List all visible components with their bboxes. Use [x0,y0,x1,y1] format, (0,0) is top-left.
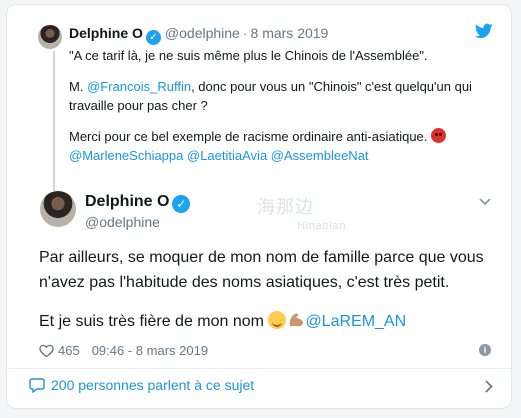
watermark: 海那边 Hinabian [257,193,346,232]
chevron-right-icon[interactable] [485,380,493,393]
flexed-biceps-emoji [290,313,304,327]
main-tweet-header: Delphine O ✓ @odelphine [85,192,191,232]
angry-face-emoji [431,128,447,143]
quoted-tweet-body: "A ce tarif là, je ne suis même plus le … [69,46,489,177]
quoted-text-line-2: M. @Francois_Ruffin, donc pour vous un "… [69,77,489,115]
watermark-subtext: Hinabian [297,219,346,232]
mention-link[interactable]: @LaREM_AN [305,313,406,330]
main-text-pride: Et je suis très fière de mon nom [39,313,269,330]
main-author-avatar[interactable] [40,191,76,227]
smiling-face-emoji [268,311,287,329]
main-author-name[interactable]: Delphine O [85,193,169,210]
conversation-link[interactable]: 200 personnes parlent à ce sujet [29,377,254,393]
main-text-paragraph-2: Et je suis très fière de mon nom @LaREM_… [39,309,489,334]
separator-dot: · [242,25,248,41]
quoted-author-avatar[interactable] [38,25,62,49]
tweet-timestamp[interactable]: 09:46 - 8 mars 2019 [92,343,208,358]
quoted-text-line-3: Merci pour ce bel exemple de racisme ord… [69,127,489,165]
mention-link[interactable]: @LaetitiaAvia [187,148,267,163]
quoted-author-name[interactable]: Delphine O [69,25,143,41]
main-text-paragraph-1: Par ailleurs, se moquer de mon nom de fa… [39,249,484,291]
verified-badge-icon: ✓ [145,30,161,45]
reply-bubble-icon [29,377,45,393]
mention-link[interactable]: @MarleneSchiappa [69,148,183,163]
quoted-text-racism: Merci pour ce bel exemple de racisme ord… [69,129,432,144]
quoted-tweet-header: Delphine O ✓ @odelphine · 8 mars 2019 [69,25,328,45]
main-tweet-body: Par ailleurs, se moquer de mon nom de fa… [39,245,489,348]
mention-link[interactable]: @Francois_Ruffin [87,79,191,94]
quoted-text-line-1: "A ce tarif là, je ne suis même plus le … [69,48,428,63]
main-author-handle[interactable]: @odelphine [85,213,190,232]
heart-icon[interactable] [39,344,54,358]
tweet-card: Delphine O ✓ @odelphine · 8 mars 2019 "A ce … [6,4,512,409]
chevron-down-icon[interactable] [479,198,491,206]
verified-badge-icon: ✓ [172,195,191,213]
twitter-bird-icon[interactable] [475,23,493,39]
quoted-tweet-date[interactable]: 8 mars 2019 [251,25,329,41]
info-icon[interactable]: i [479,344,491,356]
watermark-text: 海那边 [257,197,314,218]
quoted-text-prefix: M. [69,79,88,94]
divider [7,368,511,369]
quoted-author-handle[interactable]: @odelphine [165,25,240,41]
like-count[interactable]: 465 [58,343,80,358]
mention-link[interactable]: @AssembleeNat [271,148,369,163]
tweet-meta: 465 09:46 - 8 mars 2019 [39,343,208,358]
conversation-label: 200 personnes parlent à ce sujet [51,377,255,393]
thread-connector [53,51,55,191]
